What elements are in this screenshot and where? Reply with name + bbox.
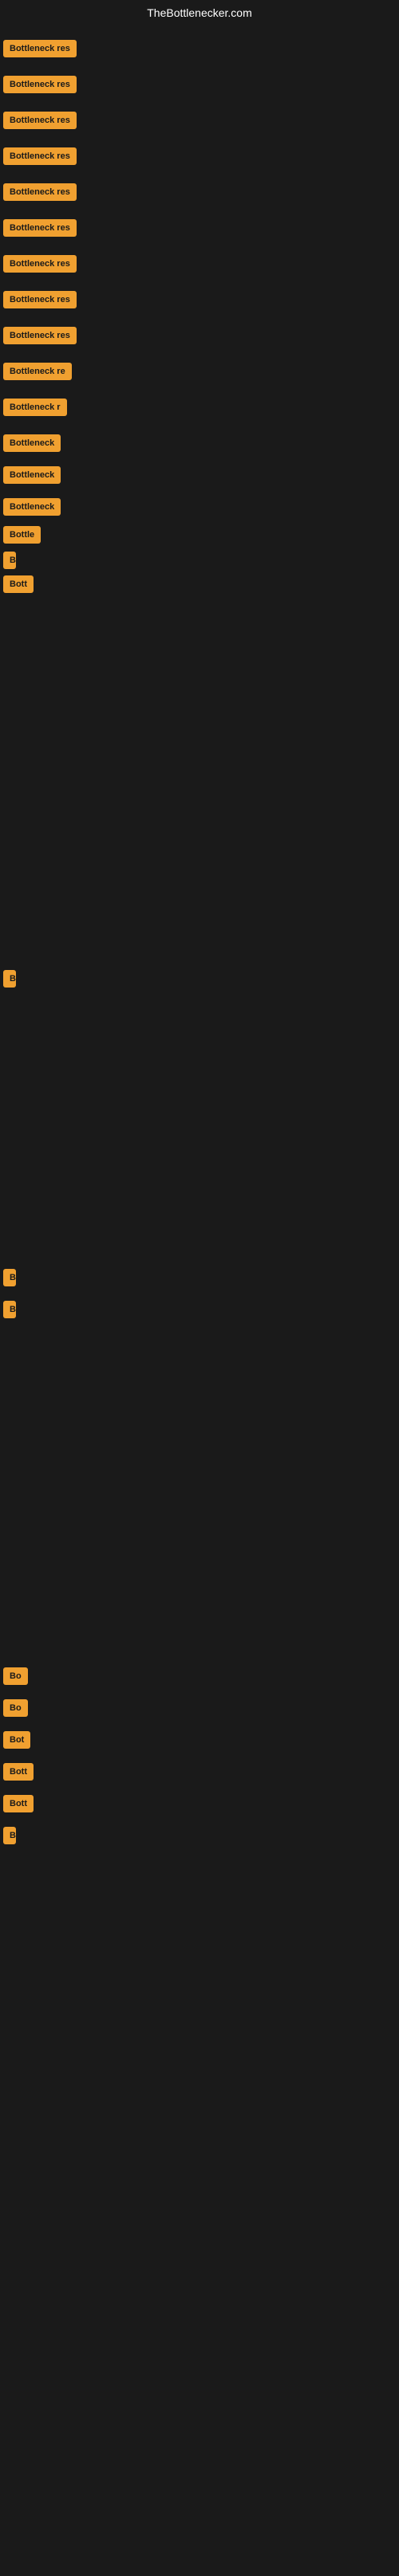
list-item: B xyxy=(3,1301,16,1322)
list-item: B xyxy=(3,1827,16,1848)
site-header: TheBottlenecker.com xyxy=(0,0,399,26)
bottleneck-button[interactable]: Bottleneck re xyxy=(3,363,72,380)
list-item: Bott xyxy=(3,1795,34,1816)
bottleneck-button[interactable]: Bo xyxy=(3,1699,28,1717)
bottleneck-button[interactable]: Bottleneck res xyxy=(3,291,77,308)
bottleneck-button[interactable]: Bottleneck res xyxy=(3,112,77,129)
list-item: Bottleneck xyxy=(3,498,61,520)
bottleneck-button[interactable]: B xyxy=(3,1269,16,1286)
list-item: Bottleneck res xyxy=(3,327,77,348)
list-item: B xyxy=(3,1269,16,1290)
items-list: Bottleneck res Bottleneck res Bottleneck r… xyxy=(0,26,399,2576)
list-item: B xyxy=(3,970,16,992)
list-item: Bott xyxy=(3,1763,34,1785)
list-item: Bottleneck res xyxy=(3,76,77,97)
site-title: TheBottlenecker.com xyxy=(147,6,252,19)
list-item: Bo xyxy=(3,1667,28,1689)
bottleneck-button[interactable]: B xyxy=(3,970,16,988)
list-item: Bottleneck r xyxy=(3,399,67,420)
list-item: Bottleneck res xyxy=(3,40,77,61)
bottleneck-button[interactable]: Bottleneck res xyxy=(3,147,77,165)
bottleneck-button[interactable]: Bottleneck xyxy=(3,498,61,516)
bottleneck-button[interactable]: B xyxy=(3,1827,16,1844)
bottleneck-button[interactable]: Bo xyxy=(3,1667,28,1685)
bottleneck-button[interactable]: Bottleneck res xyxy=(3,219,77,237)
list-item: B xyxy=(3,552,16,573)
list-item: Bo xyxy=(3,1699,28,1721)
list-item: Bottleneck res xyxy=(3,147,77,169)
bottleneck-button[interactable]: Bottleneck xyxy=(3,434,61,452)
bottleneck-button[interactable]: Bottleneck res xyxy=(3,40,77,57)
list-item: Bottleneck res xyxy=(3,183,77,205)
list-item: Bottleneck res xyxy=(3,112,77,133)
list-item: Bottle xyxy=(3,526,41,548)
bottleneck-button[interactable]: Bottleneck res xyxy=(3,255,77,273)
bottleneck-button[interactable]: Bottleneck res xyxy=(3,183,77,201)
list-item: Bot xyxy=(3,1731,30,1753)
bottleneck-button[interactable]: B xyxy=(3,1301,16,1318)
list-item: Bott xyxy=(3,575,34,597)
bottleneck-button[interactable]: Bott xyxy=(3,1795,34,1812)
bottleneck-button[interactable]: B xyxy=(3,552,16,569)
bottleneck-button[interactable]: Bottleneck xyxy=(3,466,61,484)
bottleneck-button[interactable]: Bottleneck r xyxy=(3,399,67,416)
list-item: Bottleneck res xyxy=(3,219,77,241)
bottleneck-button[interactable]: Bottleneck res xyxy=(3,76,77,93)
bottleneck-button[interactable]: Bott xyxy=(3,575,34,593)
bottleneck-button[interactable]: Bot xyxy=(3,1731,30,1749)
list-item: Bottleneck xyxy=(3,434,61,456)
bottleneck-button[interactable]: Bott xyxy=(3,1763,34,1781)
list-item: Bottleneck res xyxy=(3,291,77,312)
list-item: Bottleneck xyxy=(3,466,61,488)
list-item: Bottleneck re xyxy=(3,363,72,384)
bottleneck-button[interactable]: Bottle xyxy=(3,526,41,544)
bottleneck-button[interactable]: Bottleneck res xyxy=(3,327,77,344)
list-item: Bottleneck res xyxy=(3,255,77,277)
